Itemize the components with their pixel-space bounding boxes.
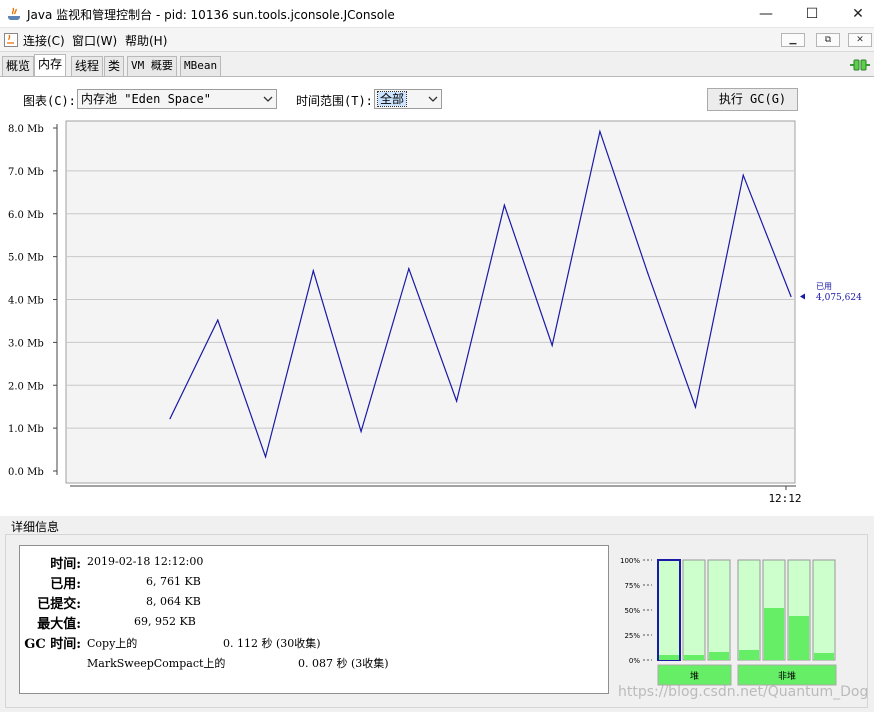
non-heap-pool-bar-fill <box>764 608 784 660</box>
pool-axis-label: 25% <box>624 632 640 640</box>
detail-value-used: 6, 761 KB <box>146 575 201 588</box>
window-title: Java 监视和管理控制台 - pid: 10136 sun.tools.jco… <box>27 8 395 22</box>
heap-pool-bar-fill <box>684 655 704 660</box>
data-point <box>264 456 267 458</box>
tab-mbean[interactable]: MBean <box>180 56 222 76</box>
legend-used-value: 4,075,624 <box>816 293 862 303</box>
inner-close-button[interactable]: ✕ <box>848 33 872 47</box>
data-point <box>551 344 553 346</box>
legend-used-label: 已用 <box>816 282 832 291</box>
detail-value-max: 69, 952 KB <box>134 615 196 628</box>
menu-bar: 连接(C) 窗口(W) 帮助(H) ▁ ⧉ ✕ <box>0 28 874 52</box>
gc-copy-time: 0. 112 秒 (30收集) <box>223 637 321 650</box>
data-point <box>456 400 458 402</box>
pool-bars-axis: 100% 75% 50% 25% 0% <box>620 557 652 665</box>
connection-status-icon <box>850 59 870 71</box>
current-value-marker <box>800 293 805 300</box>
menu-window[interactable]: 窗口(W) <box>72 32 117 49</box>
data-point <box>790 295 792 298</box>
y-tick-label: 6.0 Mb <box>8 210 44 221</box>
memory-usage-chart: 0.0 Mb 1.0 Mb 2.0 Mb 3.0 Mb 4.0 Mb 5.0 Mb 6.0 … <box>8 120 862 505</box>
data-point <box>647 272 649 274</box>
non-heap-pool-bar-fill <box>789 616 809 660</box>
non-heap-pool-bar-fill <box>814 653 834 660</box>
menu-connection[interactable]: 连接(C) <box>23 32 65 49</box>
inner-minimize-button[interactable]: ▁ <box>781 33 805 47</box>
data-point <box>217 319 219 321</box>
non-heap-pool-bar-fill <box>739 650 759 660</box>
detail-key-gc-time: GC 时间: <box>24 637 81 652</box>
y-tick-label: 7.0 Mb <box>8 167 44 178</box>
detail-key-time: 时间: <box>50 557 81 572</box>
data-point <box>169 418 171 420</box>
heap-pool-bar[interactable] <box>682 559 706 661</box>
java-doc-icon[interactable] <box>3 32 19 48</box>
tab-classes[interactable]: 类 <box>104 56 125 76</box>
data-point <box>503 204 505 206</box>
x-tick-label: 12:12 <box>768 492 801 505</box>
heap-pool-bar[interactable] <box>657 559 681 661</box>
data-point <box>742 174 744 176</box>
heap-pool-bar-fill <box>659 655 679 660</box>
java-app-icon <box>8 7 20 20</box>
title-bar: Java 监视和管理控制台 - pid: 10136 sun.tools.jco… <box>0 0 874 28</box>
chart-select[interactable]: 内存池 "Eden Space" <box>77 89 277 109</box>
time-range-label: 时间范围(T): <box>296 94 373 108</box>
watermark: https://blog.csdn.net/Quantum_Dog <box>618 684 869 700</box>
time-range-select[interactable]: 全部 <box>374 89 442 109</box>
maximize-button[interactable]: ☐ <box>789 0 835 28</box>
pool-axis-label: 100% <box>620 557 640 565</box>
tab-threads[interactable]: 线程 <box>71 56 104 76</box>
close-button[interactable]: ✕ <box>835 0 874 28</box>
chevron-down-icon <box>263 96 273 102</box>
chevron-down-icon <box>428 96 438 102</box>
detail-key-max: 最大值: <box>37 617 81 632</box>
y-axis-ticks: 0.0 Mb 1.0 Mb 2.0 Mb 3.0 Mb 4.0 Mb 5.0 Mb 6.0 … <box>8 124 58 478</box>
pool-axis-label: 50% <box>624 607 640 615</box>
heap-pool-bar-fill <box>709 652 729 660</box>
heap-pool-bar[interactable] <box>707 559 731 661</box>
y-tick-label: 0.0 Mb <box>8 467 44 478</box>
detail-value-committed: 8, 064 KB <box>146 595 201 608</box>
y-tick-label: 4.0 Mb <box>8 296 44 307</box>
details-title: 详细信息 <box>11 520 60 534</box>
data-point <box>312 270 314 272</box>
menu-help[interactable]: 帮助(H) <box>125 32 167 49</box>
time-range-value: 全部 <box>376 91 408 107</box>
non-heap-pool-bar[interactable] <box>737 559 761 661</box>
tab-memory[interactable]: 内存 <box>34 54 67 76</box>
details-box: 时间: 2019-02-18 12:12:00 已用: 6, 761 KB 已提… <box>19 545 609 694</box>
detail-key-used: 已用: <box>50 577 81 592</box>
gc-marksweep-time: 0. 087 秒 (3收集) <box>298 657 389 670</box>
gc-marksweep-name: MarkSweepCompact上的 <box>87 657 226 670</box>
pool-bars <box>657 559 836 661</box>
data-point <box>599 130 601 133</box>
non-heap-pool-bar[interactable] <box>812 559 836 661</box>
data-point <box>408 268 410 270</box>
pool-axis-label: 0% <box>629 657 640 665</box>
heap-label: 堆 <box>690 671 699 682</box>
y-tick-label: 5.0 Mb <box>8 253 44 264</box>
memory-pool-bars: 100% 75% 50% 25% 0% 堆 非堆 <box>620 557 837 686</box>
pool-axis-label: 75% <box>624 582 640 590</box>
detail-key-committed: 已提交: <box>37 597 81 612</box>
y-tick-label: 8.0 Mb <box>8 124 44 135</box>
chart-select-value: 内存池 "Eden Space" <box>81 92 211 106</box>
data-point <box>694 406 697 408</box>
tab-vm-summary[interactable]: VM 概要 <box>127 56 177 76</box>
minimize-button[interactable]: — <box>743 0 789 28</box>
tab-bar: 概览 内存 线程 类 VM 概要 MBean <box>0 52 874 76</box>
inner-restore-button[interactable]: ⧉ <box>816 33 840 47</box>
y-tick-label: 3.0 Mb <box>8 338 44 349</box>
chart-select-label: 图表(C): <box>23 94 76 108</box>
y-tick-label: 2.0 Mb <box>8 381 44 392</box>
gc-copy-name: Copy上的 <box>87 637 138 650</box>
data-point <box>360 430 362 433</box>
perform-gc-button[interactable]: 执行 GC(G) <box>707 88 798 111</box>
non-heap-label: 非堆 <box>778 670 796 682</box>
tab-overview[interactable]: 概览 <box>2 56 35 76</box>
detail-value-time: 2019-02-18 12:12:00 <box>87 555 204 568</box>
plot-area <box>65 120 796 484</box>
y-tick-label: 1.0 Mb <box>8 424 44 435</box>
